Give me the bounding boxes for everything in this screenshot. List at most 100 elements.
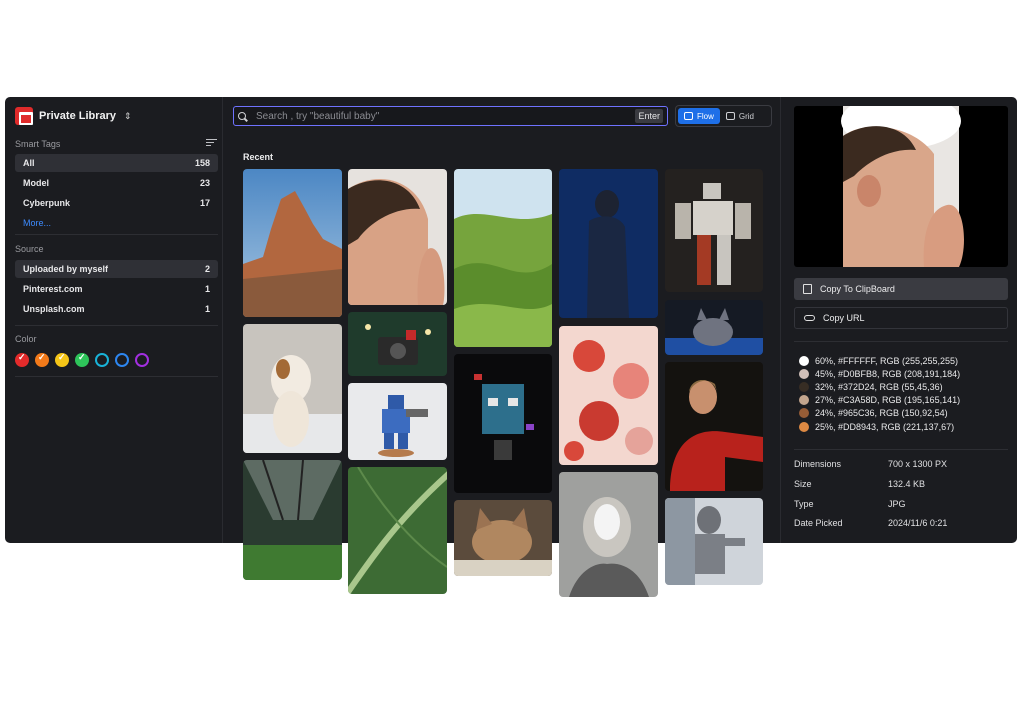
palette-text: 27%, #C3A58D, RGB (195,165,141) [815, 395, 961, 406]
palette-text: 45%, #D0BFB8, RGB (208,191,184) [815, 368, 961, 379]
color-filter-dot[interactable] [115, 353, 129, 367]
color-title: Color [15, 334, 37, 344]
palette-swatch [799, 368, 809, 379]
palette-swatch [799, 421, 809, 432]
gallery-image[interactable] [454, 354, 552, 493]
gallery-image[interactable] [665, 362, 763, 491]
gallery-image[interactable] [665, 169, 763, 292]
divider [15, 376, 218, 377]
meta-type: Type JPG [794, 499, 1008, 509]
copy-url-label: Copy URL [823, 313, 865, 323]
palette-row[interactable]: 45%, #D0BFB8, RGB (208,191,184) [799, 367, 960, 380]
tag-label: Model [23, 178, 49, 188]
library-title: Private Library [39, 110, 117, 122]
gallery-image[interactable] [559, 169, 658, 318]
tag-count: 17 [199, 198, 210, 208]
sort-icon[interactable] [206, 139, 217, 147]
search-bar[interactable]: Search , try "beautiful baby" Enter [233, 106, 668, 126]
gallery-image[interactable] [243, 169, 342, 317]
copy-clipboard-button[interactable]: Copy To ClipBoard [794, 278, 1008, 300]
color-filter-dot[interactable] [15, 352, 29, 367]
search-input[interactable]: Search , try "beautiful baby" [256, 111, 635, 122]
palette-row[interactable]: 24%, #965C36, RGB (150,92,54) [799, 407, 960, 420]
library-logo-icon [15, 107, 33, 125]
palette-text: 25%, #DD8943, RGB (221,137,67) [815, 421, 955, 432]
search-icon [238, 112, 246, 120]
color-filter-dot[interactable] [135, 353, 149, 367]
tag-count: 23 [199, 178, 210, 188]
tag-item-all[interactable]: All 158 [15, 154, 218, 172]
enter-button[interactable]: Enter [635, 109, 663, 123]
palette-row[interactable]: 25%, #DD8943, RGB (221,137,67) [799, 420, 960, 433]
copy-clipboard-label: Copy To ClipBoard [820, 284, 895, 294]
meta-value: JPG [888, 499, 906, 509]
source-item-uploaded[interactable]: Uploaded by myself 2 [15, 260, 218, 278]
meta-key: Type [794, 499, 814, 509]
divider [794, 341, 1008, 342]
palette-text: 24%, #965C36, RGB (150,92,54) [815, 408, 948, 419]
details-panel: Copy To ClipBoard Copy URL 60%, #FFFFFF,… [780, 97, 1017, 543]
chevron-updown-icon: ⇕ [124, 110, 132, 121]
meta-key: Size [794, 479, 812, 489]
palette-swatch [799, 408, 809, 419]
gallery-image[interactable] [559, 326, 658, 465]
source-item-unsplash[interactable]: Unsplash.com 1 [15, 300, 218, 318]
copy-url-button[interactable]: Copy URL [794, 307, 1008, 329]
color-filter-dot[interactable] [75, 352, 89, 367]
meta-key: Dimensions [794, 459, 842, 469]
palette-swatch [799, 381, 809, 392]
tag-item-model[interactable]: Model 23 [15, 174, 218, 192]
gallery-image[interactable] [454, 169, 552, 347]
gallery-image[interactable] [243, 460, 342, 580]
copy-icon [803, 284, 812, 294]
gallery-image[interactable] [559, 472, 658, 597]
gallery-image[interactable] [665, 300, 763, 355]
color-palette: 60%, #FFFFFF, RGB (255,255,255) 45%, #D0B… [799, 354, 960, 433]
gallery-image[interactable] [243, 324, 342, 453]
gallery-image[interactable] [348, 467, 447, 594]
meta-value: 700 x 1300 PX [888, 459, 948, 469]
more-tags-link[interactable]: More... [23, 218, 51, 228]
color-filter-dot[interactable] [95, 353, 109, 367]
palette-swatch [799, 355, 809, 366]
divider [794, 449, 1008, 450]
image-preview [794, 106, 1008, 267]
palette-text: 60%, #FFFFFF, RGB (255,255,255) [815, 355, 959, 366]
sidebar: Private Library ⇕ Smart Tags All 158 Mod… [5, 97, 223, 543]
source-label: Pinterest.com [23, 284, 83, 294]
library-switcher[interactable]: Private Library ⇕ [15, 107, 132, 125]
smart-tags-title: Smart Tags [15, 139, 61, 149]
flow-label: Flow [697, 111, 714, 121]
gallery-image[interactable] [665, 498, 763, 585]
image-icon [684, 112, 693, 120]
link-icon [804, 315, 815, 321]
source-label: Uploaded by myself [23, 264, 109, 274]
meta-dimensions: Dimensions 700 x 1300 PX [794, 459, 1008, 469]
meta-date: Date Picked 2024/11/6 0:21 [794, 518, 1008, 528]
palette-row[interactable]: 27%, #C3A58D, RGB (195,165,141) [799, 394, 960, 407]
gallery-image[interactable] [348, 169, 447, 305]
palette-swatch [799, 395, 809, 406]
grid-view-button[interactable]: Grid [720, 108, 760, 124]
gallery-image[interactable] [454, 500, 552, 576]
tag-item-cyberpunk[interactable]: Cyberpunk 17 [15, 194, 218, 212]
gallery-image[interactable] [348, 312, 447, 376]
color-filter-dot[interactable] [55, 352, 69, 367]
preview-image [841, 106, 964, 267]
palette-row[interactable]: 32%, #372D24, RGB (55,45,36) [799, 380, 960, 393]
source-count: 2 [204, 264, 210, 274]
source-item-pinterest[interactable]: Pinterest.com 1 [15, 280, 218, 298]
color-filter-dot[interactable] [35, 352, 49, 367]
source-count: 1 [204, 304, 210, 314]
tag-count: 158 [194, 158, 210, 168]
grid-icon [725, 112, 735, 120]
palette-row[interactable]: 60%, #FFFFFF, RGB (255,255,255) [799, 354, 960, 367]
source-count: 1 [204, 284, 210, 294]
divider [15, 234, 218, 235]
flow-view-button[interactable]: Flow [678, 108, 720, 124]
tag-label: All [23, 158, 35, 168]
tag-label: Cyberpunk [23, 198, 71, 208]
gallery-image[interactable] [348, 383, 447, 460]
section-title: Recent [243, 152, 274, 162]
divider [15, 325, 218, 326]
